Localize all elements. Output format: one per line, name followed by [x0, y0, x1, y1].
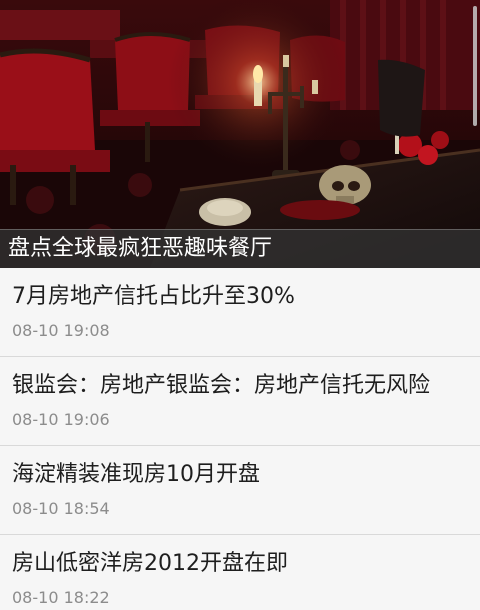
news-time: 08-10 18:22	[12, 588, 110, 607]
news-time: 08-10 19:06	[12, 410, 110, 429]
list-item[interactable]: 银监会：房地产银监会：房地产信托无风险 08-10 19:06	[0, 357, 480, 446]
list-item[interactable]: 房山低密洋房2012开盘在即 08-10 18:22	[0, 535, 480, 610]
news-title: 房山低密洋房2012开盘在即	[12, 551, 288, 576]
list-item[interactable]: 7月房地产信托占比升至30% 08-10 19:08	[0, 268, 480, 357]
hero-image	[0, 0, 480, 268]
list-item[interactable]: 海淀精装准现房10月开盘 08-10 18:54	[0, 446, 480, 535]
news-time: 08-10 18:54	[12, 499, 110, 518]
hero-caption: 盘点全球最疯狂恶趣味餐厅	[0, 229, 480, 268]
news-title: 7月房地产信托占比升至30%	[12, 284, 295, 309]
news-title: 银监会：房地产银监会：房地产信托无风险	[12, 373, 431, 398]
scrollbar[interactable]	[473, 6, 477, 126]
news-title: 海淀精装准现房10月开盘	[12, 462, 260, 487]
news-time: 08-10 19:08	[12, 321, 110, 340]
hero-banner[interactable]: 盘点全球最疯狂恶趣味餐厅	[0, 0, 480, 268]
news-list: 7月房地产信托占比升至30% 08-10 19:08 银监会：房地产银监会：房地…	[0, 268, 480, 610]
news-screen: 盘点全球最疯狂恶趣味餐厅 7月房地产信托占比升至30% 08-10 19:08 …	[0, 0, 480, 610]
